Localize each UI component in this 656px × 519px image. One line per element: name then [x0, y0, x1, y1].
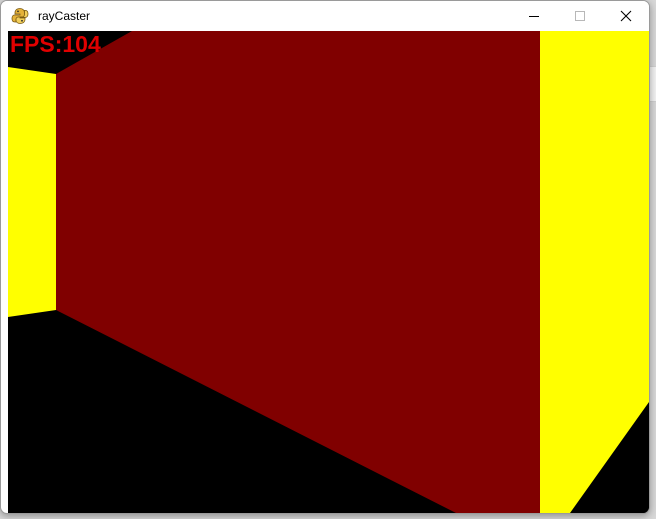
raycast-scene [8, 31, 649, 513]
game-viewport[interactable]: FPS:104 [8, 31, 649, 513]
close-icon [620, 10, 632, 22]
title-bar[interactable]: rayCaster [1, 1, 649, 31]
minimize-icon [529, 16, 539, 17]
pygame-snake-icon [11, 8, 29, 24]
window-title: rayCaster [38, 9, 91, 23]
app-window: rayCaster FPS:104 [0, 0, 650, 514]
maximize-icon [575, 11, 585, 21]
close-button[interactable] [603, 1, 649, 31]
minimize-button[interactable] [511, 1, 557, 31]
maximize-button[interactable] [557, 1, 603, 31]
left-wall-yellow [8, 67, 56, 317]
fps-counter: FPS:104 [10, 31, 101, 57]
